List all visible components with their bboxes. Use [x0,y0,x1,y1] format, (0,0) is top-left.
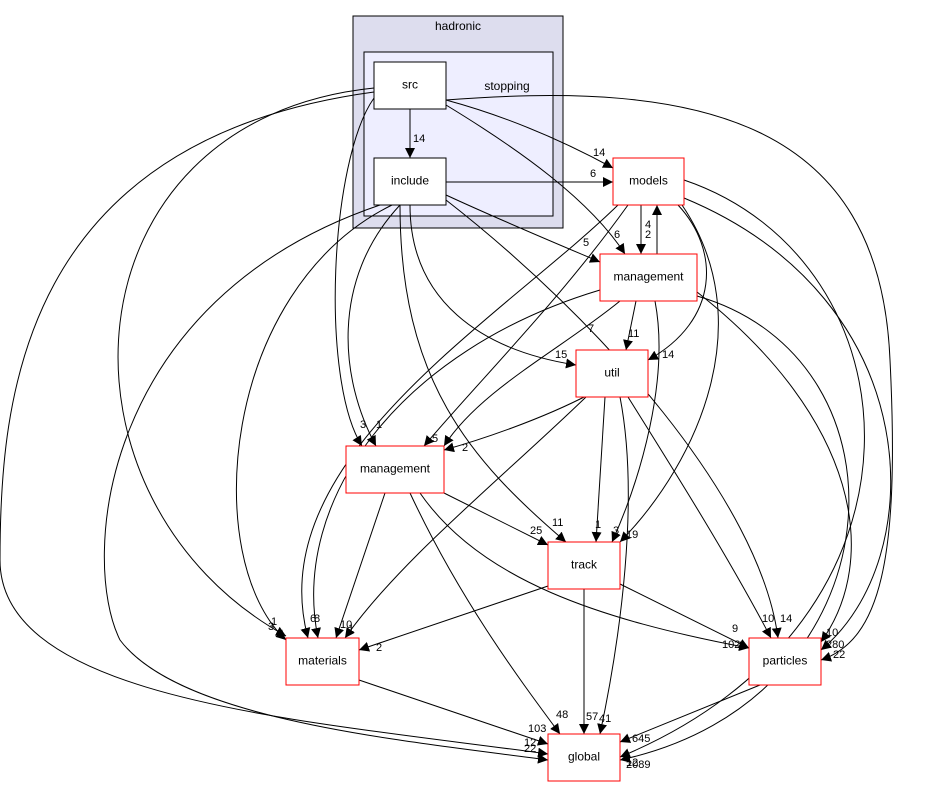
edge-count-label[interactable]: 9 [732,623,738,635]
edge-count-label[interactable]: 22 [833,649,845,661]
edge-count-label[interactable]: 14 [593,147,605,159]
node-label: particles [763,654,808,668]
edge-count-label[interactable]: 6 [590,168,596,180]
edge-count-label[interactable]: 10 [762,613,774,625]
edge-count-label[interactable]: 11 [628,328,639,340]
edge-materials-to-global[interactable]: 103 [358,679,549,746]
dependency-graph: hadronic stopping 1414656 241115 147251325… [0,15,893,782]
edge-include-to-management[interactable]: 1 [347,204,401,447]
edge-line [696,291,852,643]
node-management-core[interactable]: management [599,253,698,302]
edge-line [627,396,772,639]
edge-util-to-track[interactable]: 1 [591,396,606,543]
edge-line [409,204,577,369]
edge-util-to-management[interactable]: 2 [443,393,591,454]
node-include[interactable]: include [373,157,447,206]
edge-count-label[interactable]: 3 [613,525,619,537]
edge-count-label[interactable]: 3 [360,419,366,431]
edge-particles-to-global[interactable]: 645 [619,684,761,745]
edge-line [334,492,386,639]
cluster-stopping-label: stopping [484,79,529,93]
edge-models-to-particles[interactable]: 280 [683,197,892,651]
edge-count-label[interactable]: 22 [524,743,536,755]
edge-management-to-materials[interactable]: 10 [334,492,386,639]
edge-count-label[interactable]: 103 [528,723,546,735]
edge-track-to-materials[interactable]: 2 [358,585,549,654]
edge-util-to-particles[interactable]: 10 [627,396,774,639]
edge-count-label[interactable]: 102 [722,639,740,651]
node-src[interactable]: src [373,61,447,110]
node-materials[interactable]: materials [285,637,360,686]
edge-line [683,197,892,651]
edge-count-label[interactable]: 25 [530,525,542,537]
edge-count-label[interactable]: 41 [599,713,611,725]
edge-models-to-management[interactable]: 5 [423,204,629,447]
node-track[interactable]: track [547,541,621,590]
edge-line [623,300,637,351]
edge-management_core-to-util[interactable]: 11 [623,300,639,351]
edge-line [423,204,629,447]
node-label: global [568,750,600,764]
node-label: management [613,270,684,284]
edge-count-label[interactable]: 1 [348,623,354,635]
node-label: track [571,558,598,572]
edge-count-label[interactable]: 2 [376,642,382,654]
edge-count-label[interactable]: 2 [462,442,468,454]
edge-management_core-to-particles[interactable]: 10 [696,291,852,643]
edge-line [117,87,375,637]
edge-count-label[interactable]: 5 [583,237,589,249]
edge-util-to-materials[interactable]: 1 [344,396,587,639]
edge-management_core-to-global[interactable]: 2089 [619,295,850,771]
edge-include-to-util[interactable]: 15 [409,204,577,369]
node-models[interactable]: models [612,157,685,206]
node-management[interactable]: management [345,445,445,494]
edge-management_core-to-models[interactable]: 4 [645,205,662,254]
node-particles[interactable]: particles [748,637,822,686]
edge-line [358,679,549,746]
edge-track-to-global[interactable]: 57 [579,589,598,734]
edge-count-label[interactable]: 645 [632,733,650,745]
node-label: util [604,366,619,380]
edge-count-label[interactable]: 10 [826,627,838,639]
edge-count-label[interactable]: 14 [662,349,674,361]
edge-count-label[interactable]: 14 [413,133,425,145]
edge-management-to-global[interactable]: 48 [409,492,568,735]
node-global[interactable]: global [547,733,621,782]
node-label: src [402,78,418,92]
node-label: models [629,174,668,188]
edge-count-label[interactable]: 5 [432,433,438,445]
edge-count-label[interactable]: 1 [595,519,601,531]
node-label: materials [298,654,347,668]
node-label: management [360,462,431,476]
edge-line [347,204,401,447]
edge-line [358,585,549,652]
edge-src-to-materials[interactable]: 3 [117,87,375,637]
edge-count-label[interactable]: 15 [555,349,567,361]
edge-count-label[interactable]: 4 [645,219,651,231]
edge-count-label[interactable]: 6 [614,229,620,241]
node-util[interactable]: util [575,349,649,398]
node-label: include [391,174,429,188]
edge-line [344,396,587,639]
edge-count-label[interactable]: 11 [552,517,563,529]
edge-count-label[interactable]: 1 [271,616,277,628]
edge-count-label[interactable]: 14 [780,613,792,625]
edge-count-label[interactable]: 48 [556,709,568,721]
edge-count-label[interactable]: 8 [314,613,320,625]
cluster-hadronic-label: hadronic [435,19,481,33]
edge-count-label[interactable]: 2089 [626,759,650,771]
edge-count-label[interactable]: 57 [586,711,598,723]
